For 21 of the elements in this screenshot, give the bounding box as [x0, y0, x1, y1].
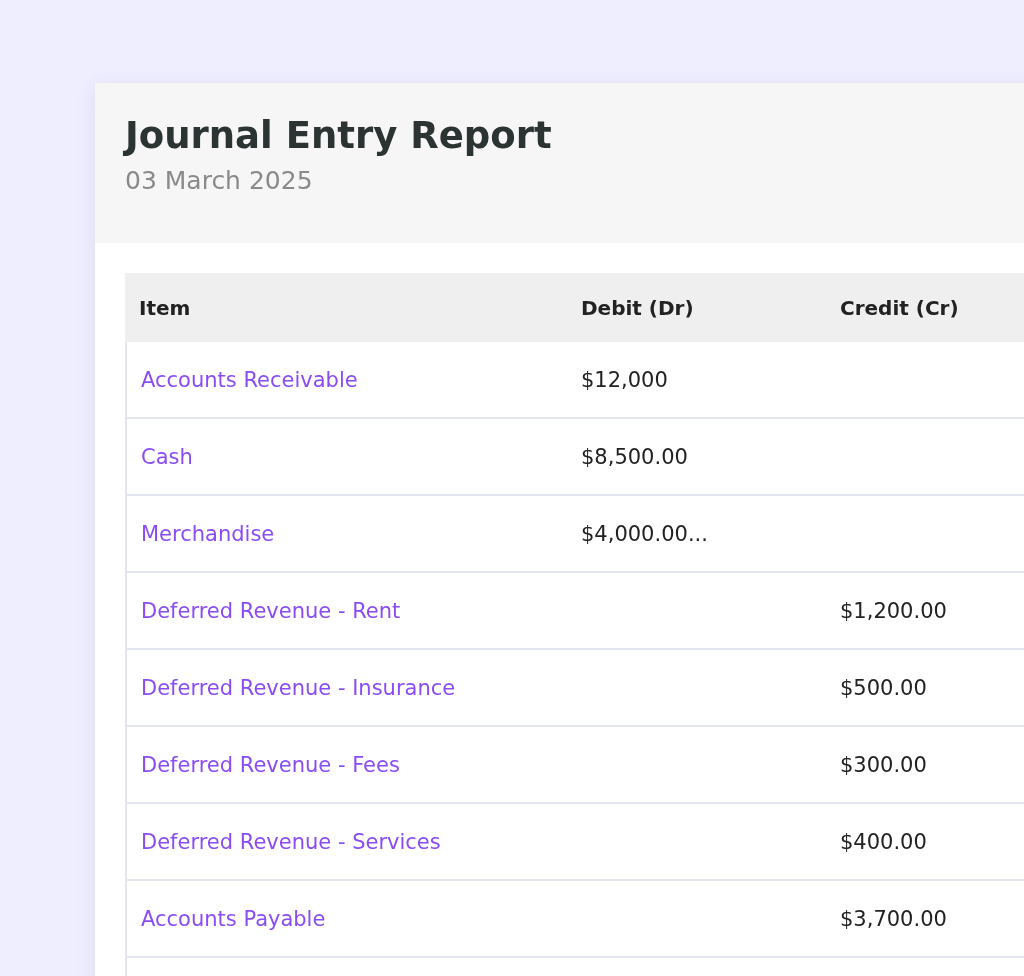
account-link[interactable]: Deferred Revenue - Insurance — [141, 675, 456, 700]
credit-amount: $1,200.00 — [840, 598, 947, 623]
credit-amount: $3,700.00 — [840, 906, 947, 931]
column-header: Debit (Dr) — [567, 273, 826, 342]
account-link[interactable]: Deferred Revenue - Services — [141, 829, 441, 854]
account-link[interactable]: Deferred Revenue - Rent — [141, 598, 401, 623]
debit-amount: $8,500.00 — [581, 444, 688, 469]
account-link[interactable]: Cash — [141, 444, 193, 469]
credit-amount: $500.00 — [840, 675, 927, 700]
account-link[interactable]: Merchandise — [141, 521, 275, 546]
column-header: Credit (Cr) — [826, 273, 1024, 342]
account-link[interactable]: Accounts Receivable — [141, 367, 358, 392]
debit-amount: $12,000 — [581, 367, 668, 392]
column-header: Item — [125, 273, 567, 342]
debit-amount: $4,000.00... — [581, 521, 708, 546]
report-title: Journal Entry Report — [125, 113, 553, 159]
account-link[interactable]: Accounts Payable — [141, 906, 326, 931]
credit-amount: $300.00 — [840, 752, 927, 777]
credit-amount: $400.00 — [840, 829, 927, 854]
report-date: 03 March 2025 — [125, 165, 314, 197]
account-link[interactable]: Deferred Revenue - Fees — [141, 752, 400, 777]
